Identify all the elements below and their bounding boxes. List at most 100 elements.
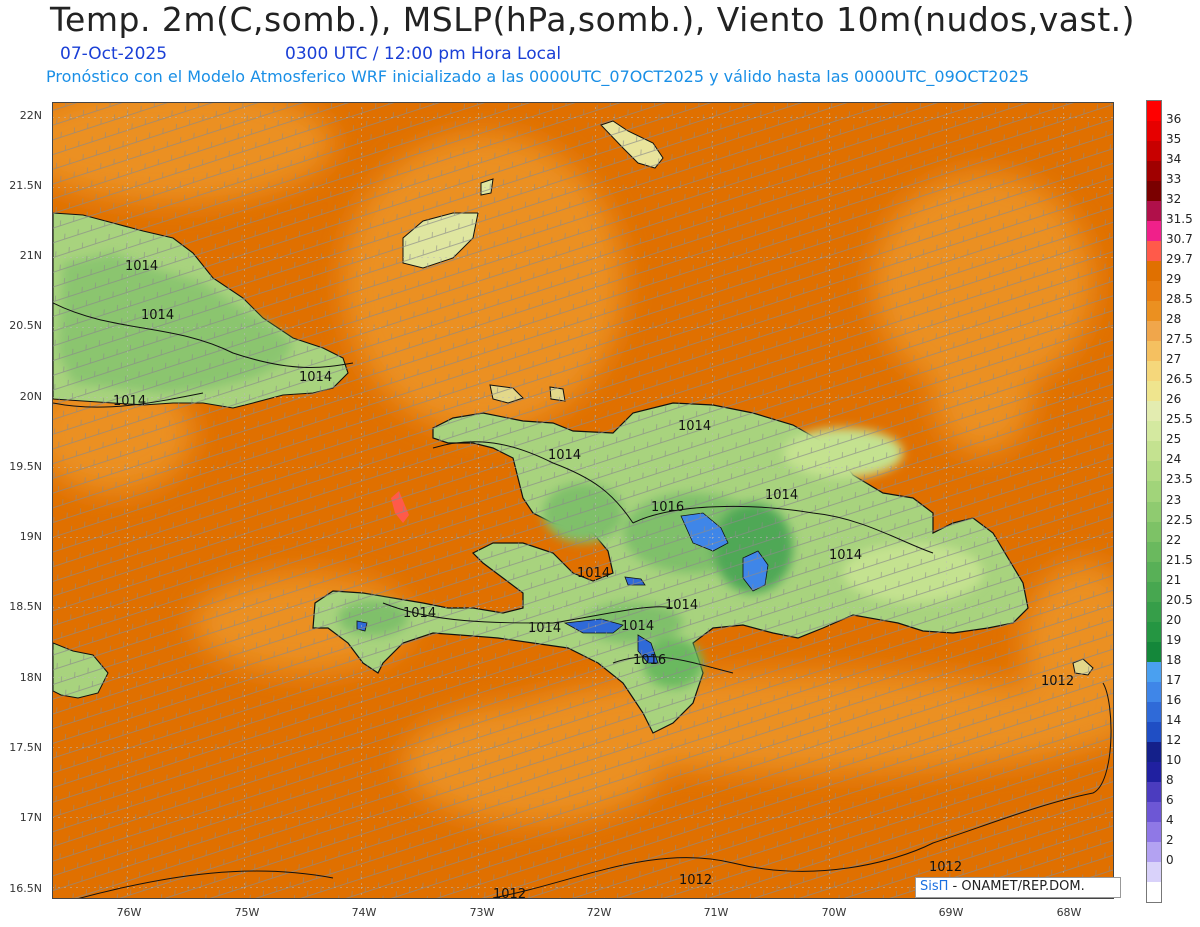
colorbar-cell (1147, 501, 1161, 523)
colorbar-label: 27.5 (1166, 332, 1193, 347)
colorbar-cell (1147, 441, 1161, 462)
colorbar-label: 27 (1166, 352, 1182, 367)
colorbar-label: 20.5 (1166, 592, 1193, 607)
colorbar-cell (1147, 541, 1161, 563)
colorbar-cell (1147, 741, 1161, 763)
lat-label: 17N (19, 811, 42, 824)
colorbar-label: 34 (1166, 152, 1182, 167)
colorbar-label: 0 (1166, 852, 1174, 867)
isobar-label: 1012 (929, 860, 962, 875)
colorbar-label: 22 (1166, 532, 1182, 547)
colorbar-label: 33 (1166, 172, 1182, 187)
lat-label: 18N (19, 671, 42, 684)
isobar-label: 1016 (633, 653, 666, 668)
colorbar-cell (1147, 361, 1161, 382)
colorbar-label: 28.5 (1166, 292, 1193, 307)
isobar-label: 1014 (125, 259, 158, 274)
colorbar-cell (1147, 701, 1161, 723)
colorbar-label: 25.5 (1166, 412, 1193, 427)
colorbar-cell (1147, 761, 1161, 783)
colorbar-label: 26.5 (1166, 372, 1193, 387)
colorbar-cell (1147, 641, 1161, 663)
colorbar-label: 28 (1166, 312, 1182, 327)
colorbar-label: 29.7 (1166, 252, 1193, 267)
isobar-label: 1014 (403, 606, 436, 621)
colorbar-cell (1147, 681, 1161, 703)
map-panel: 1014 1014 1014 1014 1014 1014 1014 1014 … (52, 102, 1114, 899)
colorbar-cell (1147, 581, 1161, 603)
isobar-label: 1014 (665, 598, 698, 613)
colorbar-cell (1147, 121, 1161, 142)
isobar-label: 1014 (765, 488, 798, 503)
colorbar-cell (1147, 621, 1161, 643)
isobar-label: 1014 (678, 419, 711, 434)
colorbar-label: 17 (1166, 672, 1182, 687)
isobar-label: 1012 (1041, 674, 1074, 689)
colorbar-cell (1147, 221, 1161, 242)
forecast-time: 0300 UTC / 12:00 pm Hora Local (285, 44, 562, 64)
isobar-label: 1016 (651, 500, 684, 515)
colorbar-label: 14 (1166, 712, 1182, 727)
isobar-label: 1014 (621, 619, 654, 634)
isobar-label: 1012 (679, 873, 712, 888)
credit-brand: SisΠ (920, 879, 949, 894)
colorbar-cell (1147, 661, 1161, 683)
lon-label: 70W (821, 906, 847, 919)
lat-label: 22N (19, 109, 42, 122)
colorbar-label: 10 (1166, 752, 1182, 767)
lon-label: 74W (351, 906, 377, 919)
lon-label: 68W (1056, 906, 1082, 919)
colorbar-cell (1147, 161, 1161, 182)
lon-label: 75W (234, 906, 260, 919)
colorbar-label: 32 (1166, 192, 1182, 207)
lat-label: 21N (19, 249, 42, 262)
colorbar-cell (1147, 401, 1161, 422)
lat-label: 20.5N (9, 319, 42, 332)
colorbar-cell (1147, 281, 1161, 302)
isobar-label: 1014 (829, 548, 862, 563)
colorbar-cell (1147, 821, 1161, 843)
colorbar-cell (1147, 101, 1161, 122)
colorbar-label: 22.5 (1166, 512, 1193, 527)
isobar-label: 1014 (528, 621, 561, 636)
lat-label: 16.5N (9, 882, 42, 895)
lat-lon-grid (53, 103, 1113, 898)
colorbar-label: 23 (1166, 492, 1182, 507)
colorbar-cell (1147, 181, 1161, 202)
lat-label: 21.5N (9, 179, 42, 192)
colorbar-cell (1147, 321, 1161, 342)
colorbar-label: 31.5 (1166, 212, 1193, 227)
colorbar-label: 18 (1166, 652, 1182, 667)
colorbar-cell (1147, 601, 1161, 623)
isobar-label: 1014 (141, 308, 174, 323)
colorbar-label: 25 (1166, 432, 1182, 447)
colorbar-cell (1147, 521, 1161, 543)
isobar-label: 1014 (577, 566, 610, 581)
credit-text: - ONAMET/REP.DOM. (948, 879, 1085, 894)
colorbar-cell (1147, 341, 1161, 362)
colorbar-cell (1147, 881, 1161, 903)
colorbar-cell (1147, 781, 1161, 803)
colorbar-cell (1147, 461, 1161, 482)
lon-label: 69W (938, 906, 964, 919)
colorbar-label: 16 (1166, 692, 1182, 707)
colorbar-cell (1147, 261, 1161, 282)
colorbar-cell (1147, 801, 1161, 823)
colorbar-label: 8 (1166, 772, 1174, 787)
colorbar-cell (1147, 861, 1161, 883)
lon-label: 72W (586, 906, 612, 919)
colorbar-label: 24 (1166, 452, 1182, 467)
colorbar-cell (1147, 381, 1161, 402)
lon-label: 73W (469, 906, 495, 919)
lat-label: 20N (19, 390, 42, 403)
colorbar-label: 30.7 (1166, 232, 1193, 247)
isobar-label: 1012 (493, 887, 526, 899)
map-title: Temp. 2m(C,somb.), MSLP(hPa,somb.), Vien… (50, 0, 1136, 39)
temperature-colorbar (1146, 100, 1162, 903)
lon-label: 76W (116, 906, 142, 919)
isobar-label: 1014 (113, 394, 146, 409)
colorbar-cell (1147, 201, 1161, 222)
lat-label: 19.5N (9, 460, 42, 473)
colorbar-cell (1147, 421, 1161, 442)
colorbar-cell (1147, 141, 1161, 162)
